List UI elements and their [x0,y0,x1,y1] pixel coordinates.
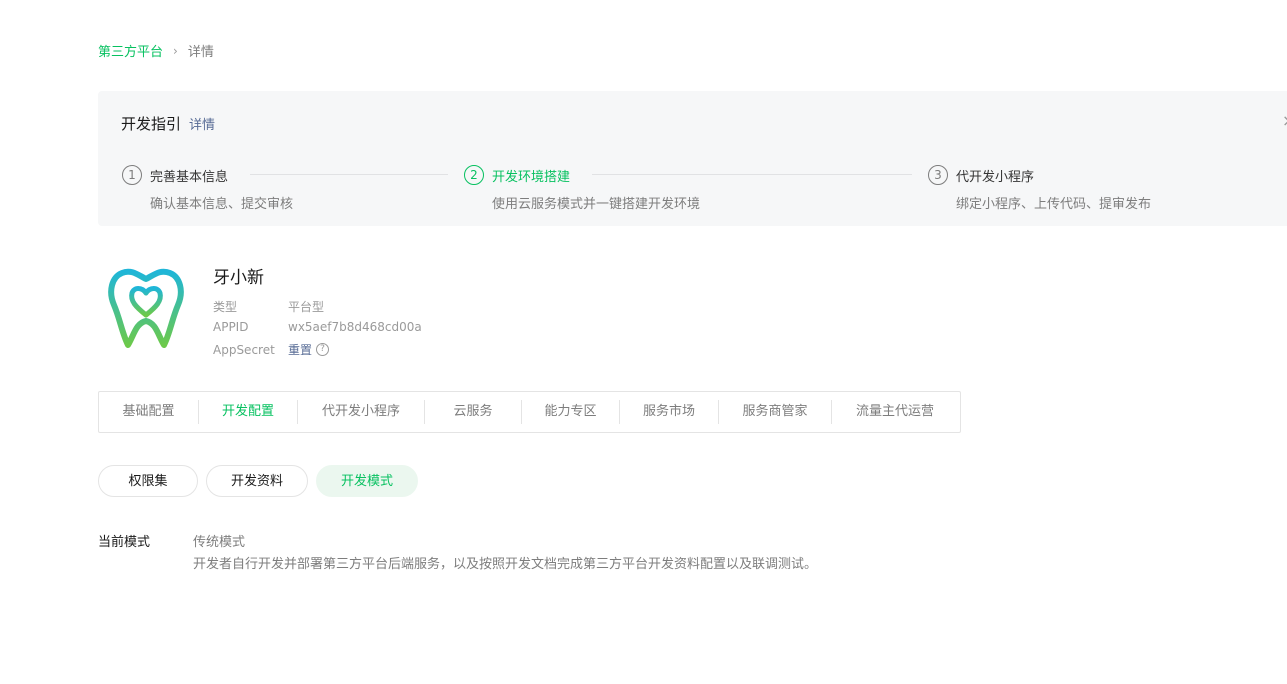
step-number-circle: 3 [928,165,948,185]
step-number-circle: 1 [122,165,142,185]
tab-basic-config[interactable]: 基础配置 [99,400,199,424]
step-desc: 使用云服务模式并一键搭建开发环境 [492,197,701,212]
step-name: 代开发小程序 [956,169,1035,185]
tab-service-market[interactable]: 服务市场 [620,400,719,424]
subtab-dev-info[interactable]: 开发资料 [206,465,308,497]
tab-agency-miniprogram[interactable]: 代开发小程序 [298,400,425,424]
info-label: 类型 [213,300,238,314]
breadcrumb: 第三方平台 › 详情 [98,41,214,61]
tooth-heart-logo-icon [108,268,184,348]
step-number-circle: 2 [464,165,484,185]
current-mode-value: 传统模式 [193,535,246,550]
guide-step-1: 1 完善基本信息 确认基本信息、提交审核 [122,165,293,212]
dev-guide-panel: 开发指引 详情 × 1 完善基本信息 确认基本信息、提交审核 2 开发环境搭建 … [98,91,1287,226]
subtab-permissions[interactable]: 权限集 [98,465,198,497]
reset-secret-link[interactable]: 重置 [288,341,312,358]
info-row-appsecret: AppSecret 重置 ? [213,341,330,358]
current-mode-label: 当前模式 [98,535,151,550]
info-label: APPID [213,320,249,334]
guide-detail-link[interactable]: 详情 [189,114,215,133]
guide-title: 开发指引 [121,115,182,133]
dev-config-subtabs: 权限集 开发资料 开发模式 [98,465,426,497]
tab-traffic-ops[interactable]: 流量主代运营 [832,400,958,424]
info-label: AppSecret [213,342,275,357]
breadcrumb-current: 详情 [187,45,214,60]
help-icon[interactable]: ? [316,343,330,356]
tab-cloud-service[interactable]: 云服务 [425,400,522,424]
guide-step-2: 2 开发环境搭建 使用云服务模式并一键搭建开发环境 [464,165,700,212]
info-row-type: 类型 平台型 [213,298,324,315]
tab-service-manager[interactable]: 服务商管家 [719,400,832,424]
config-tabs: 基础配置 开发配置 代开发小程序 云服务 能力专区 服务市场 服务商管家 流量主… [98,391,961,433]
close-icon[interactable]: × [1282,111,1287,130]
info-value: 平台型 [288,300,325,314]
subtab-dev-mode[interactable]: 开发模式 [316,465,418,497]
page: 第三方平台 › 详情 开发指引 详情 × 1 完善基本信息 确认基本信息、提交审… [0,0,1287,684]
breadcrumb-parent-link[interactable]: 第三方平台 [98,41,163,60]
info-row-appid: APPID wx5aef7b8d468cd00a [213,320,422,334]
app-name: 牙小新 [213,268,264,288]
step-desc: 绑定小程序、上传代码、提审发布 [956,197,1152,212]
guide-header: 开发指引 详情 [121,113,215,134]
mode-description: 开发者自行开发并部署第三方平台后端服务，以及按照开发文档完成第三方平台开发资料配… [193,557,818,572]
tab-dev-config[interactable]: 开发配置 [199,400,298,424]
guide-step-3: 3 代开发小程序 绑定小程序、上传代码、提审发布 [928,165,1151,212]
tab-capabilities[interactable]: 能力专区 [522,400,620,424]
chevron-right-icon: › [173,43,178,58]
appid-value: wx5aef7b8d468cd00a [288,320,422,334]
step-name: 开发环境搭建 [492,169,571,185]
step-name: 完善基本信息 [150,169,229,185]
step-desc: 确认基本信息、提交审核 [150,197,294,212]
